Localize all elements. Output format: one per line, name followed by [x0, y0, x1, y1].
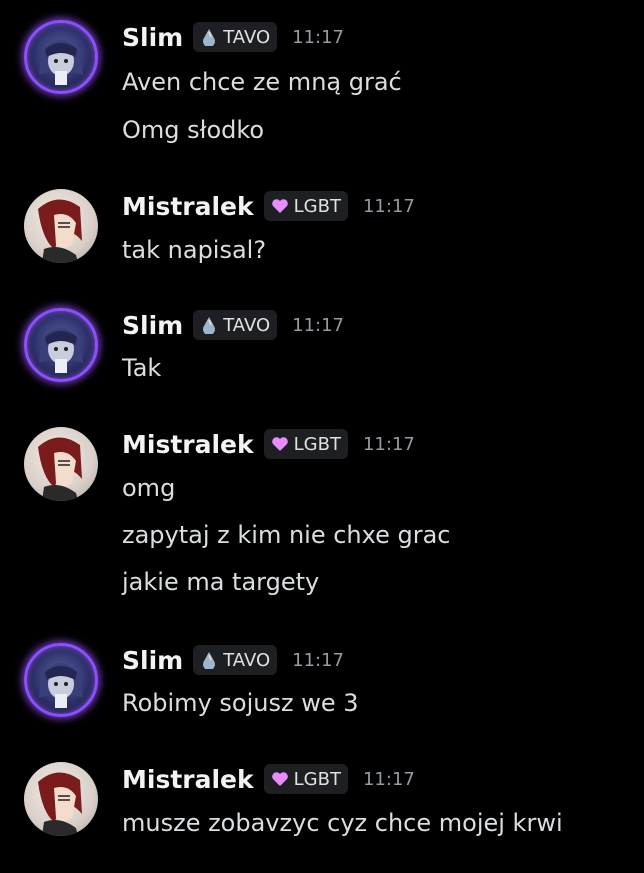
message-text: musze zobavzyc cyz chce mojej krwi — [122, 809, 563, 837]
message-text: Tak — [122, 354, 162, 382]
server-tag[interactable]: TAVO — [193, 310, 278, 340]
server-tag-label: TAVO — [223, 26, 271, 48]
username[interactable]: Slim — [122, 23, 183, 52]
message-header: Mistralek LGBT 11:17 — [122, 762, 415, 796]
heart-icon — [271, 435, 289, 453]
server-tag-label: TAVO — [223, 649, 271, 671]
avatar-mistralek[interactable] — [24, 762, 98, 836]
timestamp[interactable]: 11:17 — [363, 434, 415, 455]
timestamp[interactable]: 11:17 — [363, 196, 415, 217]
message-header: Slim TAVO 11:17 — [122, 20, 344, 54]
server-tag[interactable]: LGBT — [263, 764, 348, 794]
username[interactable]: Mistralek — [122, 765, 254, 794]
message-text: omg — [122, 474, 176, 502]
avatar-image — [38, 199, 82, 263]
server-tag[interactable]: TAVO — [193, 22, 278, 52]
message-header: Slim TAVO 11:17 — [122, 308, 344, 342]
server-tag[interactable]: TAVO — [193, 645, 278, 675]
username[interactable]: Mistralek — [122, 430, 254, 459]
avatar-slim[interactable] — [24, 643, 98, 717]
message-text: Robimy sojusz we 3 — [122, 689, 359, 717]
message-text: jakie ma targety — [122, 568, 320, 596]
heart-icon — [271, 770, 289, 788]
avatar-image — [38, 772, 82, 836]
message-header: Slim TAVO 11:17 — [122, 643, 344, 677]
message-text: Aven chce ze mną grać — [122, 68, 402, 96]
server-tag-label: TAVO — [223, 314, 271, 336]
username[interactable]: Slim — [122, 646, 183, 675]
timestamp[interactable]: 11:17 — [292, 27, 344, 48]
server-tag[interactable]: LGBT — [263, 429, 348, 459]
username[interactable]: Mistralek — [122, 192, 254, 221]
avatar-image — [39, 663, 83, 708]
message-header: Mistralek LGBT 11:17 — [122, 189, 415, 223]
message-text: zapytaj z kim nie chxe grac — [122, 521, 451, 549]
server-tag-label: LGBT — [293, 195, 341, 217]
timestamp[interactable]: 11:17 — [292, 650, 344, 671]
timestamp[interactable]: 11:17 — [292, 315, 344, 336]
message-text: tak napisal? — [122, 236, 267, 264]
server-tag-label: LGBT — [293, 768, 341, 790]
message-header: Mistralek LGBT 11:17 — [122, 427, 415, 461]
avatar-image — [39, 328, 83, 373]
username[interactable]: Slim — [122, 311, 183, 340]
droplet-icon — [200, 28, 218, 46]
heart-icon — [271, 197, 289, 215]
avatar-mistralek[interactable] — [24, 427, 98, 501]
timestamp[interactable]: 11:17 — [363, 769, 415, 790]
avatar-image — [38, 437, 82, 501]
droplet-icon — [200, 316, 218, 334]
server-tag-label: LGBT — [293, 433, 341, 455]
avatar-slim[interactable] — [24, 20, 98, 94]
avatar-image — [39, 40, 83, 85]
message-text: Omg słodko — [122, 116, 265, 144]
droplet-icon — [200, 651, 218, 669]
server-tag[interactable]: LGBT — [263, 191, 348, 221]
avatar-mistralek[interactable] — [24, 189, 98, 263]
avatar-slim[interactable] — [24, 308, 98, 382]
